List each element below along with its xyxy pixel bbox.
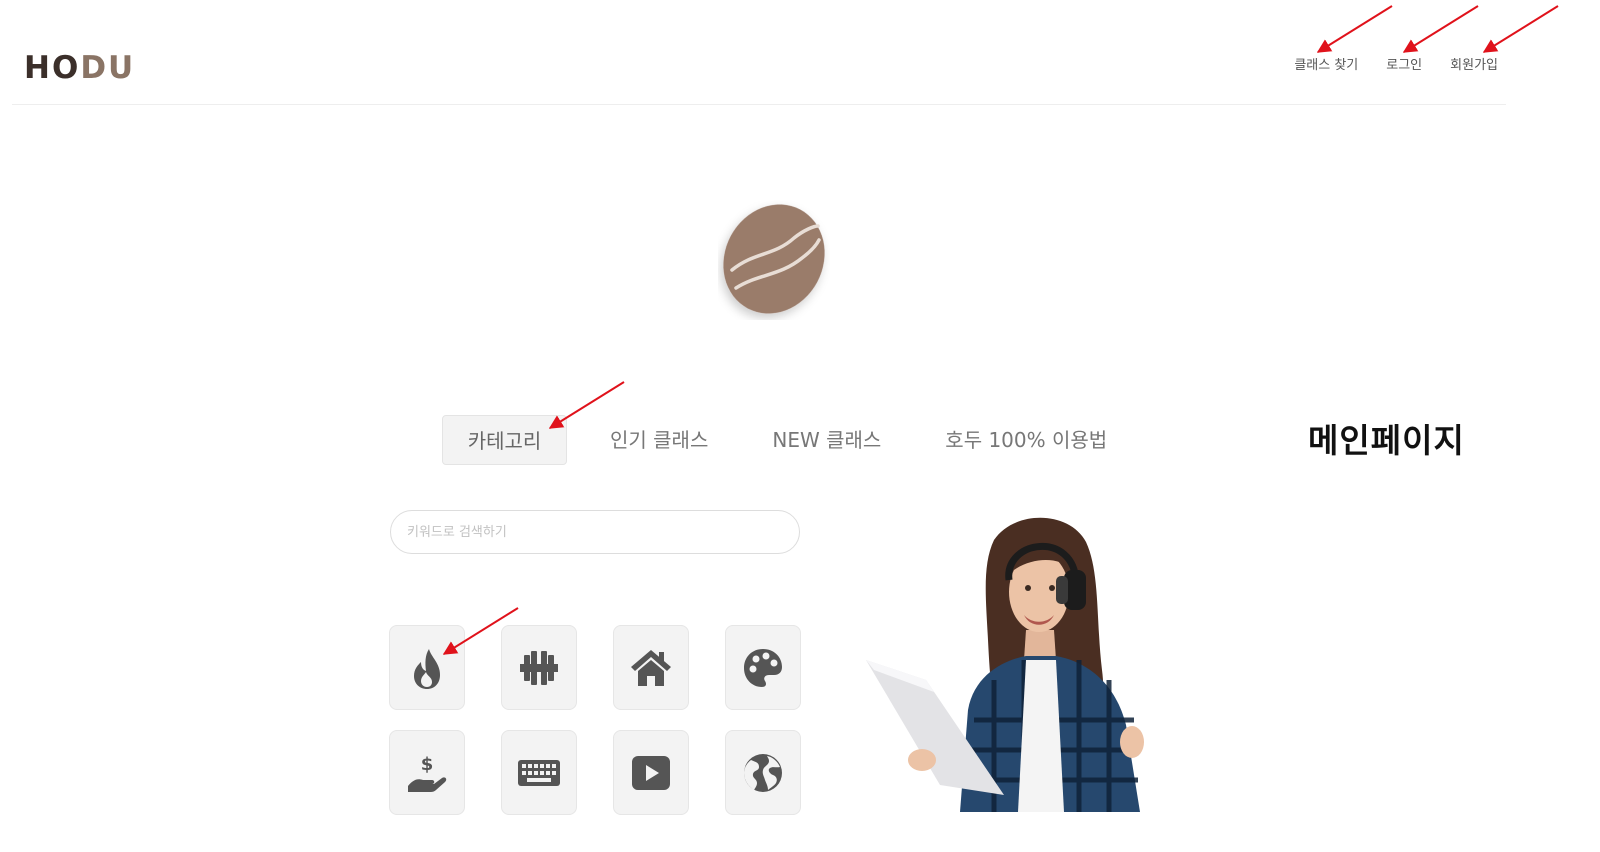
house-icon <box>631 649 671 686</box>
category-fitness-button[interactable] <box>501 625 577 710</box>
tab-popular-class[interactable]: 인기 클래스 <box>610 415 708 465</box>
arrow-to-find-class <box>1316 5 1393 53</box>
keyboard-icon <box>518 759 560 786</box>
category-art-button[interactable] <box>725 625 801 710</box>
page-label-annotation: 메인페이지 <box>1308 421 1465 460</box>
main-tabs: 카테고리 인기 클래스 NEW 클래스 호두 100% 이용법 <box>442 415 1107 465</box>
fire-icon <box>414 648 440 689</box>
category-grid: $ <box>389 625 801 815</box>
find-class-link[interactable]: 클래스 찾기 <box>1294 54 1358 73</box>
category-video-button[interactable] <box>613 730 689 815</box>
logo-text: HO <box>24 50 81 86</box>
category-finance-button[interactable]: $ <box>389 730 465 815</box>
woman-with-headphones-image <box>866 517 1144 812</box>
hodu-logo[interactable]: HODU <box>24 50 135 86</box>
arrow-to-signup <box>1482 5 1559 53</box>
category-fire-button[interactable] <box>389 625 465 710</box>
category-it-button[interactable] <box>501 730 577 815</box>
signup-link[interactable]: 회원가입 <box>1450 54 1498 73</box>
svg-text:$: $ <box>421 754 434 775</box>
category-home-button[interactable] <box>613 625 689 710</box>
globe-icon <box>744 753 782 792</box>
category-language-button[interactable] <box>725 730 801 815</box>
login-link[interactable]: 로그인 <box>1386 54 1422 73</box>
top-nav: 클래스 찾기 로그인 회원가입 <box>1294 54 1498 73</box>
tab-how-to-use[interactable]: 호두 100% 이용법 <box>945 415 1107 465</box>
youtube-play-icon <box>632 755 670 790</box>
tab-new-class[interactable]: NEW 클래스 <box>772 415 881 465</box>
arrow-to-login <box>1402 5 1479 53</box>
keyword-search-input[interactable] <box>390 510 800 554</box>
header-divider <box>12 104 1506 105</box>
hand-dollar-icon: $ <box>408 754 447 792</box>
palette-icon <box>744 648 782 687</box>
dumbbell-icon <box>520 650 558 685</box>
logo-text-accent: DU <box>80 50 136 86</box>
tab-category[interactable]: 카테고리 <box>442 415 567 465</box>
walnut-logo-icon <box>723 204 825 314</box>
